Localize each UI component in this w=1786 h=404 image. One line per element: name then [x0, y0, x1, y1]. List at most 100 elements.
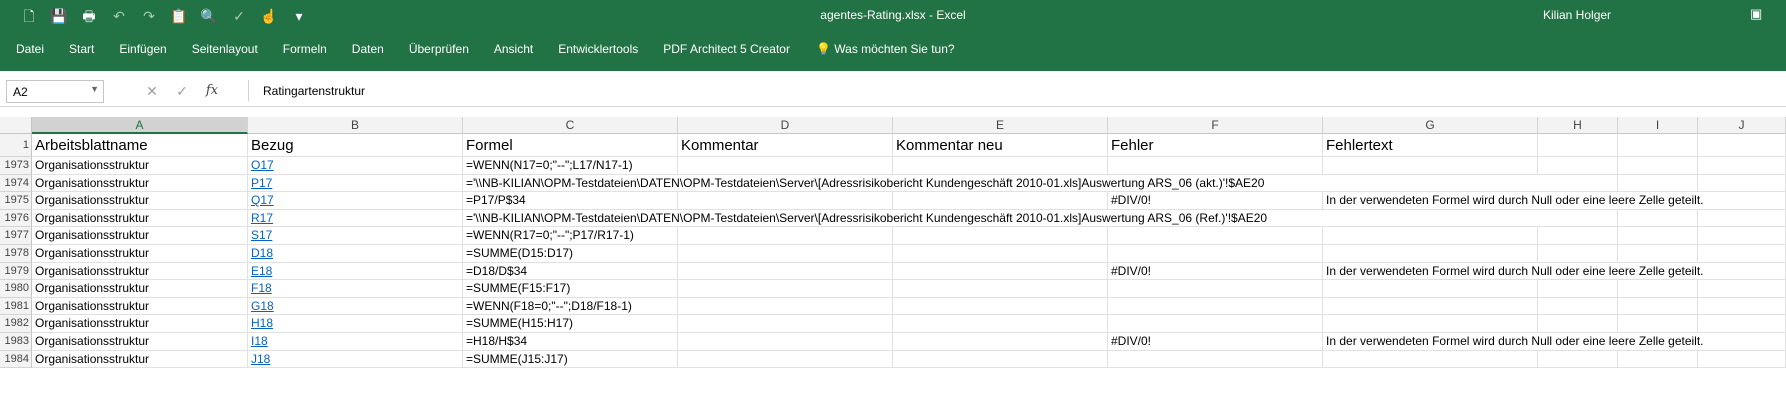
cell-kommentar[interactable] — [678, 227, 893, 245]
cell-bezug-link[interactable]: J18 — [248, 350, 463, 369]
empty-cell[interactable] — [1538, 315, 1618, 333]
cell-fehler[interactable] — [1108, 175, 1323, 193]
cell-kommentar-neu[interactable] — [893, 157, 1108, 175]
cell-bezug-link[interactable]: F18 — [248, 280, 463, 298]
cell-formel[interactable]: =H18/H$34 — [463, 333, 678, 351]
cell-formel[interactable]: =WENN(F18=0;"--";D18/F18-1) — [463, 297, 678, 316]
cell-bezug-link[interactable]: O17 — [248, 157, 463, 175]
empty-cell[interactable] — [1698, 297, 1786, 316]
header-bezug[interactable]: Bezug — [248, 134, 463, 157]
ribbon-tab[interactable]: PDF Architect 5 Creator — [663, 42, 790, 56]
cell-formel[interactable]: =P17/P$34 — [463, 192, 678, 210]
ribbon-display-icon[interactable]: ▣ — [1750, 6, 1762, 22]
cell-bezug-link[interactable]: G18 — [248, 297, 463, 316]
cell-formel[interactable]: =WENN(N17=0;"--";L17/N17-1) — [463, 157, 678, 175]
cell-kommentar-neu[interactable] — [893, 245, 1108, 263]
cell-arbeitsblattname[interactable]: Organisationsstruktur — [32, 315, 248, 333]
empty-cell[interactable] — [1618, 333, 1698, 351]
cell-formel[interactable]: ='\\NB-KILIAN\OPM-Testdateien\DATEN\OPM-… — [463, 210, 1267, 228]
empty-cell[interactable] — [1618, 315, 1698, 333]
row-header[interactable]: 1982 — [0, 315, 32, 333]
cell-bezug-link[interactable]: H18 — [248, 315, 463, 333]
row-header[interactable]: 1979 — [0, 262, 32, 281]
cell-kommentar[interactable] — [678, 297, 893, 316]
cell-kommentar-neu[interactable] — [893, 192, 1108, 210]
ribbon-tab[interactable]: Daten — [352, 42, 384, 56]
formula-input[interactable]: Ratingartenstruktur — [248, 80, 1779, 101]
cell-kommentar[interactable] — [678, 192, 893, 210]
cell-fehler[interactable] — [1108, 297, 1323, 316]
cell-arbeitsblattname[interactable]: Organisationsstruktur — [32, 209, 248, 228]
ribbon-tab[interactable]: Start — [69, 42, 94, 56]
cell-fehlertext[interactable] — [1323, 297, 1538, 316]
row-header[interactable]: 1983 — [0, 333, 32, 351]
cell-kommentar[interactable] — [678, 333, 893, 351]
cell-bezug-link[interactable]: D18 — [248, 245, 463, 263]
cell-fehlertext[interactable] — [1323, 175, 1538, 193]
empty-cell[interactable] — [1538, 192, 1618, 210]
cell-kommentar-neu[interactable] — [893, 227, 1108, 245]
header-kommentar-neu[interactable]: Kommentar neu — [893, 134, 1108, 157]
cell-arbeitsblattname[interactable]: Organisationsstruktur — [32, 280, 248, 298]
cell-kommentar[interactable] — [678, 280, 893, 298]
cell-formel[interactable]: =WENN(R17=0;"--";P17/R17-1) — [463, 227, 678, 245]
name-box[interactable]: A2 ▼ — [6, 80, 104, 103]
column-header-d[interactable]: D — [678, 117, 893, 134]
cell-fehler[interactable] — [1108, 157, 1323, 175]
empty-cell[interactable] — [1538, 227, 1618, 245]
cell-fehler[interactable] — [1108, 210, 1323, 228]
cell-arbeitsblattname[interactable]: Organisationsstruktur — [32, 245, 248, 263]
cell-kommentar[interactable] — [678, 350, 893, 369]
cell-bezug-link[interactable]: R17 — [248, 209, 463, 228]
cell-fehler[interactable]: #DIV/0! — [1108, 192, 1323, 210]
empty-cell[interactable] — [1698, 209, 1786, 228]
cell-bezug-link[interactable]: E18 — [248, 262, 463, 281]
cell-formel[interactable]: =SUMME(H15:H17) — [463, 315, 678, 333]
empty-cell[interactable] — [1618, 192, 1698, 210]
insert-function-icon[interactable]: fx — [197, 83, 227, 100]
cell-arbeitsblattname[interactable]: Organisationsstruktur — [32, 227, 248, 245]
cell-fehler[interactable] — [1108, 227, 1323, 245]
cell-fehlertext[interactable] — [1323, 227, 1538, 245]
empty-cell[interactable] — [1698, 174, 1786, 193]
row-header[interactable]: 1973 — [0, 157, 32, 175]
empty-cell[interactable] — [1538, 280, 1618, 298]
row-header[interactable]: 1984 — [0, 350, 32, 369]
cell-kommentar[interactable] — [678, 262, 893, 281]
ribbon-tab[interactable]: Formeln — [283, 42, 327, 56]
cell-arbeitsblattname[interactable]: Organisationsstruktur — [32, 192, 248, 210]
empty-cell[interactable] — [1698, 350, 1786, 369]
cell-arbeitsblattname[interactable]: Organisationsstruktur — [32, 157, 248, 175]
cell-fehler[interactable]: #DIV/0! — [1108, 262, 1323, 281]
cell-fehlertext[interactable]: In der verwendeten Formel wird durch Nul… — [1323, 192, 1704, 210]
chevron-down-icon[interactable]: ▼ — [90, 84, 99, 94]
cell-fehlertext[interactable] — [1323, 280, 1538, 298]
cell-kommentar[interactable] — [678, 315, 893, 333]
column-header-f[interactable]: F — [1108, 117, 1323, 134]
empty-cell[interactable] — [1618, 263, 1698, 281]
empty-cell[interactable] — [1698, 192, 1786, 210]
empty-cell[interactable] — [1538, 134, 1618, 157]
empty-cell[interactable] — [1698, 157, 1786, 175]
cell-kommentar[interactable] — [678, 210, 893, 228]
enter-icon[interactable]: ✓ — [167, 83, 197, 100]
cell-bezug-link[interactable]: P17 — [248, 174, 463, 193]
user-name[interactable]: Kilian Holger — [1543, 8, 1611, 22]
cell-kommentar[interactable] — [678, 175, 893, 193]
tell-me-search[interactable]: 💡 Was möchten Sie tun? — [816, 42, 955, 56]
cell-fehlertext[interactable] — [1323, 315, 1538, 333]
empty-cell[interactable] — [1538, 333, 1618, 351]
cell-kommentar-neu[interactable] — [893, 175, 1108, 193]
ribbon-tab[interactable]: Ansicht — [494, 42, 533, 56]
cell-fehlertext[interactable] — [1323, 157, 1538, 175]
cell-arbeitsblattname[interactable]: Organisationsstruktur — [32, 262, 248, 281]
empty-cell[interactable] — [1618, 157, 1698, 175]
empty-cell[interactable] — [1698, 134, 1786, 157]
cell-kommentar[interactable] — [678, 245, 893, 263]
cell-kommentar-neu[interactable] — [893, 297, 1108, 316]
header-formel[interactable]: Formel — [463, 134, 678, 157]
empty-cell[interactable] — [1618, 280, 1698, 298]
cell-arbeitsblattname[interactable]: Organisationsstruktur — [32, 297, 248, 316]
empty-cell[interactable] — [1538, 157, 1618, 175]
cancel-icon[interactable]: ✕ — [137, 83, 167, 100]
